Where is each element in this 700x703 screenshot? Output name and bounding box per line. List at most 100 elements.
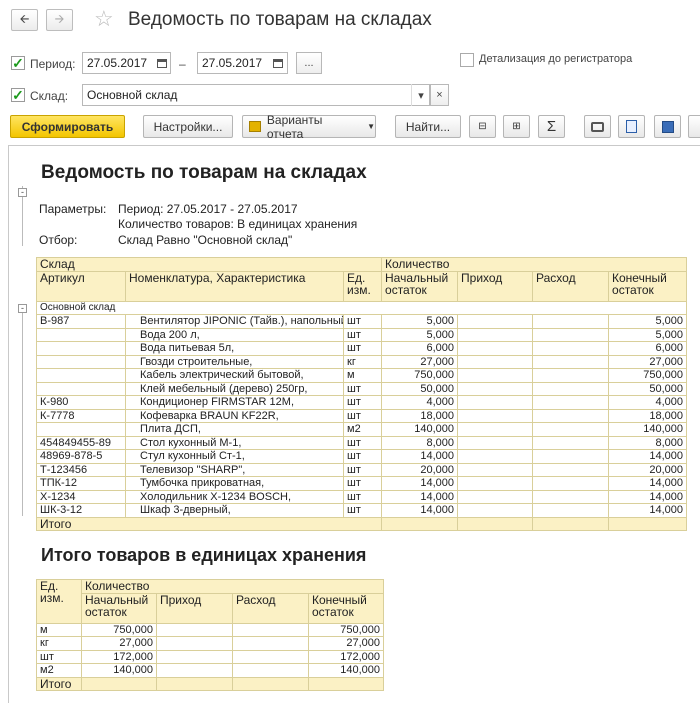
find-button[interactable]: Найти... [395,115,461,138]
summary-cell-income [156,636,233,651]
cell-closing: 6,000 [608,341,688,356]
summary-cell-opening: 27,000 [81,636,157,651]
cell-nomenclature: Холодильник Х-1234 BOSCH, [125,489,344,504]
cell-income [457,314,534,329]
collapse-icon[interactable]: - [18,188,27,197]
report-variants-button[interactable]: Варианты отчета ▼ [242,112,376,141]
warehouse-checkbox[interactable]: ✓ [11,88,25,102]
header-closing: Конечный остаток [608,270,688,302]
cell-expense [532,327,610,342]
table-row: Гвозди строительные, кг 27,000 27,000 [36,354,688,369]
sum-icon: Σ [546,118,557,135]
warehouse-label: Склад: [30,89,69,103]
cell-unit: кг [342,354,383,369]
cell-article [36,354,126,369]
sum-button[interactable]: Σ [538,115,565,138]
table-row: 454849455-89 Стол кухонный М-1, шт 8,000 8,0… [36,435,688,450]
cell-expense [532,476,610,491]
total-cell [608,516,688,531]
printer-icon [591,121,604,132]
settings-button[interactable]: Настройки... [143,115,233,138]
cell-article [36,341,126,356]
generate-button[interactable]: Сформировать [10,115,125,138]
table-row: Плита ДСП, м2 140,000 140,000 [36,422,688,437]
cell-unit: шт [342,449,383,464]
period-to-value: 27.05.2017 [202,56,263,70]
arrow-right-icon: 🡪 [54,11,65,26]
summary-header-quantity: Количество [80,579,385,594]
cell-opening: 18,000 [381,408,459,423]
cell-income [457,503,534,518]
cell-income [457,476,534,491]
cell-opening: 5,000 [381,314,459,329]
detail-label: Детализация до регистратора [479,53,633,65]
collapse-groups-button[interactable]: ⊟ [469,115,496,138]
summary-table: Ед. изм. Количество Начальный остаток Пр… [36,579,385,691]
warehouse-clear-button[interactable]: × [430,84,449,106]
expand-groups-button[interactable]: ⊞ [503,115,530,138]
cell-expense [532,354,610,369]
cell-closing: 14,000 [608,503,688,518]
summary-total-cell [232,676,309,691]
cell-article [36,422,126,437]
back-button[interactable]: 🡨 [11,9,38,31]
cell-nomenclature: Стол кухонный М-1, [125,435,344,450]
report-variants-label: Варианты отчета [266,112,323,141]
warehouse-dropdown-button[interactable]: ▾ [411,84,430,106]
collapse-icon[interactable]: - [18,304,27,313]
close-icon: × [436,89,443,101]
report-variants-icon [249,121,261,132]
cell-unit: шт [342,395,383,410]
cell-nomenclature: Вода 200 л, [125,327,344,342]
save-button[interactable] [654,115,681,138]
cell-article: 454849455-89 [36,435,126,450]
cell-article: ТПК-12 [36,476,126,491]
cell-article: В-987 [36,314,126,329]
total-cell [532,516,610,531]
cell-opening: 50,000 [381,381,459,396]
summary-total-row: Итого [36,676,385,691]
cell-article: К-7778 [36,408,126,423]
summary-header-unit: Ед. изм. [36,579,82,624]
group-gutter [22,304,23,516]
summary-header-row: Начальный остаток Приход Расход Конечный… [37,592,385,624]
cell-expense [532,395,610,410]
cell-article: ШК-3-12 [36,503,126,518]
favorite-star-icon[interactable]: ☆ [94,8,114,30]
cell-nomenclature: Плита ДСП, [125,422,344,437]
header-row: Склад Количество [35,257,688,272]
cell-unit: шт [342,503,383,518]
cell-article [36,327,126,342]
table-row: ТПК-12 Тумбочка прикроватная, шт 14,000 14,0… [36,476,688,491]
cell-nomenclature: Шкаф 3-дверный, [125,503,344,518]
summary-header-row: Ед. изм. Количество [36,579,385,624]
forward-button[interactable]: 🡪 [46,9,73,31]
cell-nomenclature: Кофеварка BRAUN KF22R, [125,408,344,423]
calendar-from-button[interactable] [153,52,171,74]
header-opening: Начальный остаток [381,270,459,302]
period-select-button[interactable]: ... [296,52,322,74]
cell-closing: 750,000 [608,368,688,383]
summary-cell-income [156,663,233,678]
cell-closing: 5,000 [608,314,688,329]
params-label: Параметры: [39,202,107,216]
period-checkbox[interactable]: ✓ [11,56,25,70]
print-preview-button[interactable] [618,115,645,138]
summary-cell-opening: 140,000 [81,663,157,678]
cell-expense [532,381,610,396]
cell-closing: 5,000 [608,327,688,342]
cell-unit: шт [342,489,383,504]
cell-opening: 27,000 [381,354,459,369]
more-button[interactable] [688,115,700,138]
total-row: Итого [35,516,688,531]
cell-nomenclature: Клей мебельный (дерево) 250гр, [125,381,344,396]
summary-header-opening: Начальный остаток [81,592,157,624]
detail-checkbox[interactable] [460,53,474,67]
warehouse-field[interactable]: Основной склад [82,84,430,106]
summary-cell-closing: 172,000 [307,649,385,664]
total-cell [381,516,459,531]
table-row: Т-123456 Телевизор "SHARP", шт 20,000 20,000 [36,462,688,477]
print-button[interactable] [584,115,611,138]
cell-article: Х-1234 [36,489,126,504]
calendar-to-button[interactable] [269,52,287,74]
